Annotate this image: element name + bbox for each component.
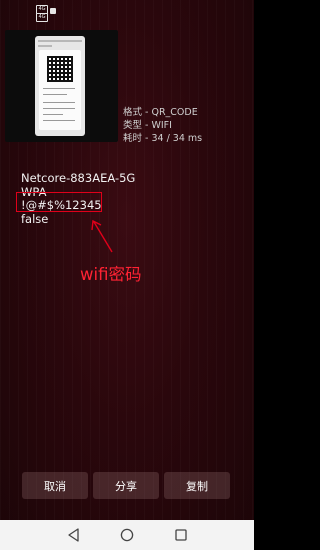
scan-info: 格式 - QR_CODE 类型 - WIFI 耗时 - 34 / 34 ms: [123, 106, 202, 145]
triangle-back-icon[interactable]: [66, 527, 82, 543]
thumb-text-line: [43, 114, 63, 115]
scan-result-screen: 4G 4G 格式 - QR_CODE 类型 - WIFI 耗时 - 34 / 3…: [0, 0, 254, 550]
scanned-image-thumbnail: [5, 30, 118, 142]
decode-time: 耗时 - 34 / 34 ms: [123, 133, 203, 144]
navigation-bar: [0, 520, 254, 550]
sim2-signal-icon: 4G: [36, 13, 48, 22]
status-bar: 4G 4G: [0, 0, 254, 22]
password-highlight-box: [16, 192, 102, 212]
thumb-text-line: [43, 94, 67, 95]
wifi-ssid: Netcore-883AEA-5G: [21, 171, 136, 185]
cancel-button[interactable]: 取消: [22, 472, 88, 499]
qr-code-icon: [47, 56, 73, 82]
thumb-text-line: [43, 120, 75, 121]
thumb-text-line: [43, 108, 75, 109]
share-button[interactable]: 分享: [93, 472, 159, 499]
thumb-status-line: [38, 40, 82, 42]
result-type: 类型 - WIFI: [123, 120, 172, 131]
barcode-format: 格式 - QR_CODE: [123, 107, 198, 118]
phone-screenshot: [35, 36, 85, 136]
annotation-arrow-icon: [91, 219, 113, 253]
annotation-label: wifi密码: [80, 265, 142, 284]
thumb-header-line: [38, 45, 52, 47]
thumb-text-line: [43, 102, 75, 103]
copy-button[interactable]: 复制: [164, 472, 230, 499]
circle-home-icon[interactable]: [119, 527, 135, 543]
notification-icon: [50, 8, 56, 14]
square-recent-icon[interactable]: [173, 527, 189, 543]
thumb-text-line: [43, 88, 75, 89]
wifi-hidden: false: [21, 211, 49, 226]
